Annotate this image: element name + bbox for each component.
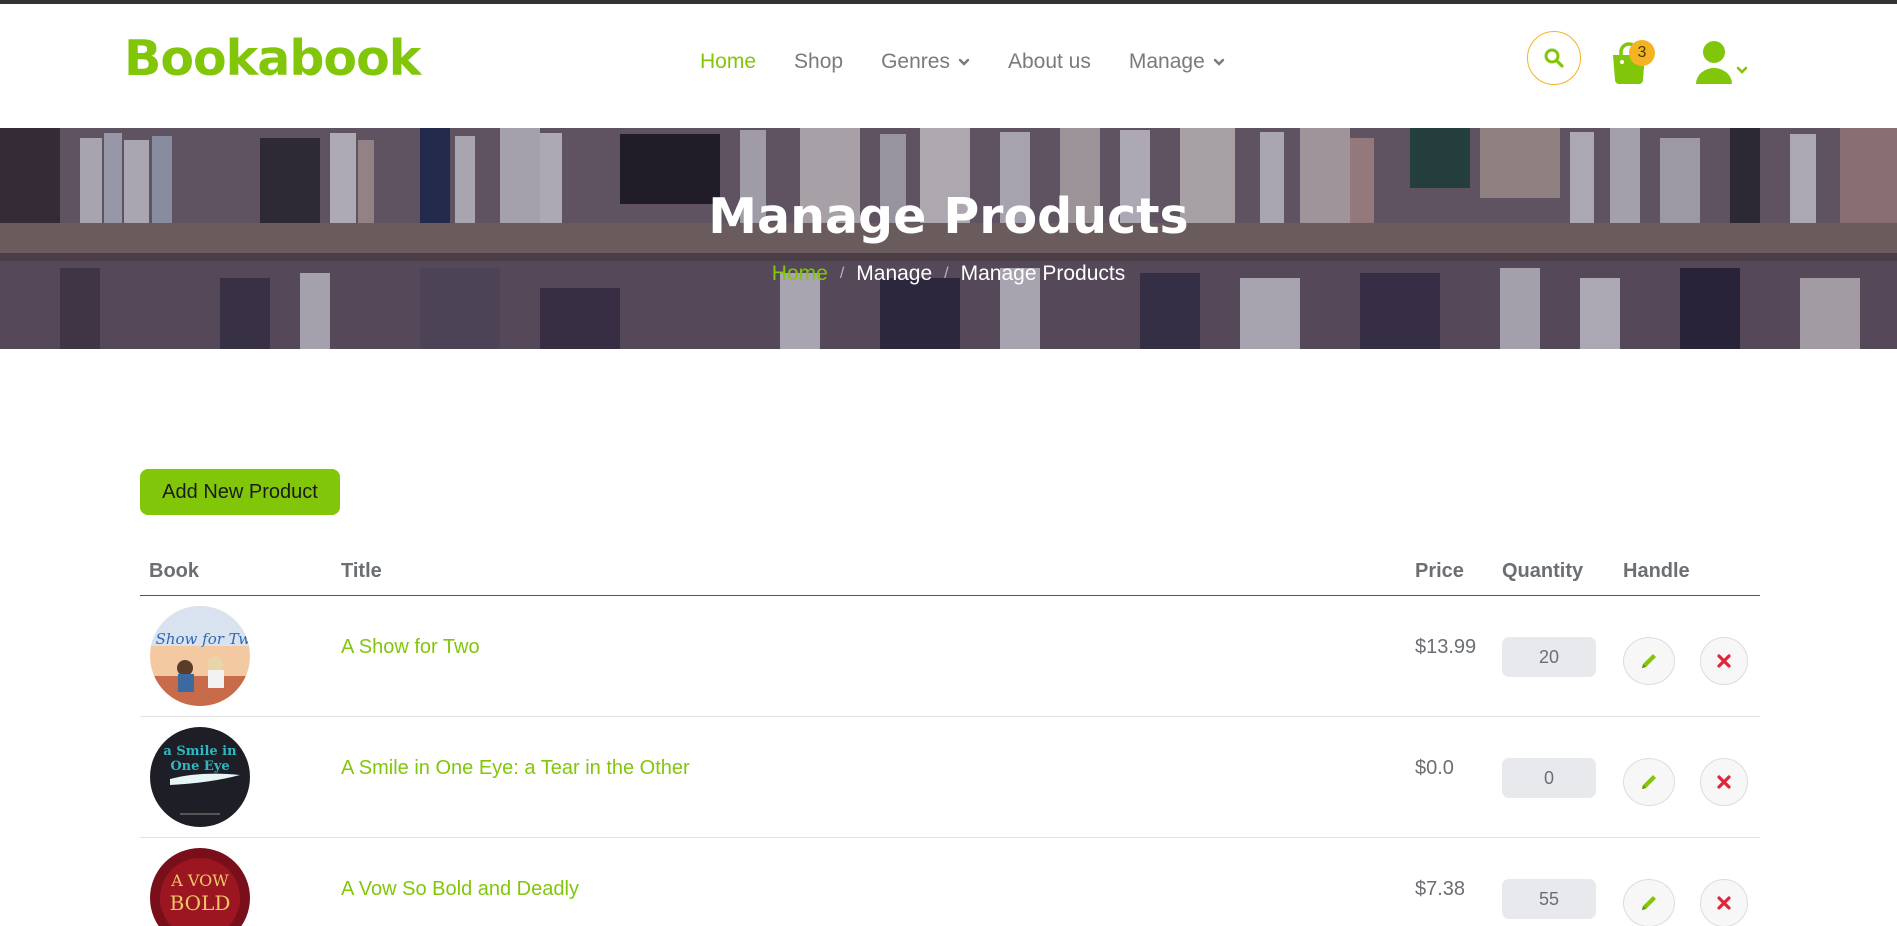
search-button[interactable] xyxy=(1527,31,1581,85)
column-header-quantity: Quantity xyxy=(1502,560,1584,582)
nav-item-home[interactable]: Home xyxy=(700,50,756,74)
edit-product-button[interactable] xyxy=(1623,879,1675,926)
pencil-icon xyxy=(1642,654,1656,668)
product-price: $7.38 xyxy=(1415,878,1466,900)
table-row: a Smile in One Eye A Smile in One Eye: a… xyxy=(140,717,1760,838)
quantity-input[interactable] xyxy=(1502,879,1596,919)
search-icon xyxy=(1544,48,1564,68)
nav-item-label: Manage xyxy=(1128,50,1205,73)
chevron-down-icon xyxy=(958,58,970,66)
nav-item-label: About us xyxy=(1007,50,1091,73)
column-header-book: Book xyxy=(149,560,199,582)
nav-item-label: Shop xyxy=(794,50,844,73)
delete-product-button[interactable] xyxy=(1700,637,1748,685)
delete-product-button[interactable] xyxy=(1700,758,1748,806)
close-icon xyxy=(1717,775,1731,789)
table-row: A VOW BOLD A Vow So Bold and Deadly $7.3… xyxy=(140,838,1760,926)
brand-logo[interactable]: Bookabook xyxy=(124,30,421,87)
column-header-title: Title xyxy=(341,560,382,582)
cover-text: BOLD xyxy=(170,891,231,915)
chevron-down-icon xyxy=(1213,58,1224,66)
book-cover-image: A VOW BOLD xyxy=(150,848,250,926)
nav-item-label: Genres xyxy=(881,50,950,73)
nav-item-shop[interactable]: Shop xyxy=(794,50,843,74)
column-header-handle: Handle xyxy=(1623,560,1690,582)
product-title-link[interactable]: A Smile in One Eye: a Tear in the Other xyxy=(341,757,690,780)
site-header: Bookabook Home Shop Genres About us Mana… xyxy=(0,4,1897,128)
breadcrumb-current: Manage Products xyxy=(960,262,1126,285)
table-header: Book Title Price Quantity Handle xyxy=(140,552,1760,596)
breadcrumb-separator: / xyxy=(839,265,845,282)
nav-item-label: Home xyxy=(700,50,757,73)
product-title-link[interactable]: A Vow So Bold and Deadly xyxy=(341,878,579,901)
book-cover-image: a Smile in One Eye xyxy=(150,727,250,827)
quantity-input[interactable] xyxy=(1502,758,1596,798)
user-icon xyxy=(1696,41,1748,84)
nav-item-about[interactable]: About us xyxy=(1008,50,1091,74)
column-header-price: Price xyxy=(1415,560,1464,582)
edit-product-button[interactable] xyxy=(1623,637,1675,685)
cover-text: a Smile in xyxy=(163,744,237,759)
quantity-input[interactable] xyxy=(1502,637,1596,677)
cover-text: A VOW xyxy=(170,871,229,890)
product-price: $0.0 xyxy=(1415,757,1454,779)
user-menu-button[interactable] xyxy=(1694,40,1754,90)
page-title: Manage Products xyxy=(708,188,1189,245)
product-title-link[interactable]: A Show for Two xyxy=(341,636,480,659)
main-nav: Home Shop Genres About us Manage xyxy=(700,50,1263,74)
delete-product-button[interactable] xyxy=(1700,879,1748,926)
pencil-icon xyxy=(1642,775,1656,789)
edit-product-button[interactable] xyxy=(1623,758,1675,806)
table-row: A Show for Two A Show for Two $13.99 xyxy=(140,596,1760,717)
add-new-product-button[interactable]: Add New Product xyxy=(140,469,340,515)
close-icon xyxy=(1717,654,1731,668)
breadcrumb-manage-link[interactable]: Manage xyxy=(856,262,932,286)
breadcrumb-separator: / xyxy=(944,265,949,282)
nav-item-genres[interactable]: Genres xyxy=(881,50,970,74)
pencil-icon xyxy=(1642,896,1656,910)
product-price: $13.99 xyxy=(1415,636,1477,658)
page-hero-banner: Manage Products Home / Manage / Manage P… xyxy=(0,128,1897,349)
cover-text: A Show for Two xyxy=(150,630,250,648)
book-cover-image: A Show for Two xyxy=(150,606,250,706)
nav-item-manage[interactable]: Manage xyxy=(1129,50,1225,74)
products-table: Book Title Price Quantity Handle A Show … xyxy=(140,552,1760,926)
cover-text: One Eye xyxy=(170,759,229,774)
breadcrumb: Home / Manage / Manage Products xyxy=(0,262,1897,286)
close-icon xyxy=(1717,896,1731,910)
breadcrumb-home-link[interactable]: Home xyxy=(772,262,828,286)
cart-count-badge: 3 xyxy=(1629,40,1655,66)
